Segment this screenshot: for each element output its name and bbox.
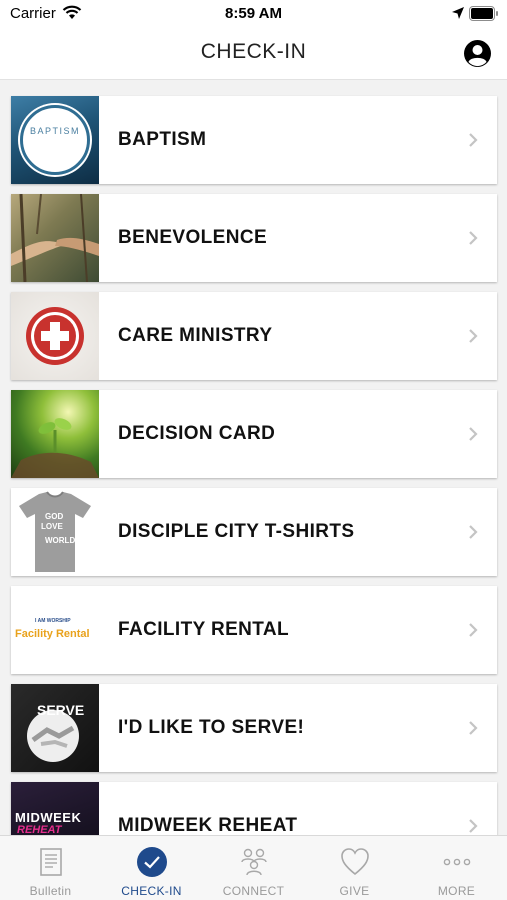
status-time: 8:59 AM (225, 5, 282, 22)
baptism-badge (20, 105, 90, 175)
list-item-label: MIDWEEK REHEAT (118, 815, 298, 835)
user-circle-icon[interactable] (463, 39, 492, 68)
midweek-thumb-text: MIDWEEK (15, 810, 82, 825)
list-item-serve[interactable]: SERVE I'D LIKE TO SERVE! (11, 684, 497, 772)
facility-rental-thumbnail: I AM WORSHIP Facility Rental (11, 586, 99, 674)
checkmark-circle-icon (137, 847, 167, 877)
chevron-right-icon (469, 133, 478, 147)
tab-more[interactable]: MORE (406, 836, 507, 900)
checkin-list[interactable]: BAPTISM BAPTISM BENEVOLENCE CARE MINISTR… (0, 80, 507, 835)
tab-connect[interactable]: CONNECT (203, 836, 304, 900)
serve-handshake-image (27, 710, 79, 762)
care-ministry-thumbnail (11, 292, 99, 380)
sprout-image (11, 418, 99, 478)
tab-give[interactable]: GIVE (304, 836, 405, 900)
list-item-disciple-city-tshirts[interactable]: GOD LOVE WORLD DISCIPLE CITY T-SHIRTS (11, 488, 497, 576)
facility-logo-text: I AM WORSHIP (35, 618, 71, 624)
tab-check-in[interactable]: CHECK-IN (101, 836, 202, 900)
more-dots-icon (443, 858, 471, 866)
list-item-label: CARE MINISTRY (118, 325, 273, 346)
tab-label: CHECK-IN (121, 884, 182, 898)
serve-thumbnail: SERVE (11, 684, 99, 772)
facility-rental-thumb-text: Facility Rental (15, 628, 90, 640)
location-arrow-icon (452, 7, 464, 19)
heart-icon (341, 848, 369, 876)
tab-label: Bulletin (29, 884, 72, 898)
baptism-thumbnail: BAPTISM (11, 96, 99, 184)
nav-header: CHECK-IN (0, 28, 507, 80)
reheat-thumb-text: REHEAT (17, 824, 62, 835)
list-item-label: DISCIPLE CITY T-SHIRTS (118, 521, 355, 542)
tab-bar: Bulletin CHECK-IN CONNECT GIVE MORE (0, 835, 507, 900)
list-item-label: FACILITY RENTAL (118, 619, 290, 640)
tab-label: CONNECT (222, 884, 285, 898)
tshirt-thumbnail: GOD LOVE WORLD (11, 488, 99, 576)
list-item-benevolence[interactable]: BENEVOLENCE (11, 194, 497, 282)
chevron-right-icon (469, 329, 478, 343)
chevron-right-icon (469, 721, 478, 735)
tab-bulletin[interactable]: Bulletin (0, 836, 101, 900)
chevron-right-icon (469, 819, 478, 833)
tab-label: GIVE (339, 884, 370, 898)
list-item-label: I'D LIKE TO SERVE! (118, 717, 305, 738)
medical-cross-icon (26, 307, 84, 365)
list-item-care-ministry[interactable]: CARE MINISTRY (11, 292, 497, 380)
helping-hands-image (11, 194, 99, 282)
list-item-decision-card[interactable]: DECISION CARD (11, 390, 497, 478)
list-item-midweek-reheat[interactable]: MIDWEEK REHEAT MIDWEEK REHEAT (11, 782, 497, 835)
tab-label: MORE (437, 884, 476, 898)
tshirt-text-world: WORLD (45, 536, 76, 545)
serve-thumb-text: SERVE (37, 702, 85, 718)
midweek-reheat-thumbnail: MIDWEEK REHEAT (11, 782, 99, 835)
list-item-label: DECISION CARD (118, 423, 276, 444)
status-bar: Carrier 8:59 AM (0, 0, 507, 28)
list-item-label: BAPTISM (118, 129, 207, 150)
chevron-right-icon (469, 623, 478, 637)
list-item-label: BENEVOLENCE (118, 227, 268, 248)
decision-card-thumbnail (11, 390, 99, 478)
chevron-right-icon (469, 231, 478, 245)
tshirt-image (19, 491, 91, 572)
tshirt-text-god: GOD (45, 512, 64, 521)
benevolence-thumbnail (11, 194, 99, 282)
battery-icon (469, 6, 498, 21)
chevron-right-icon (469, 427, 478, 441)
list-item-facility-rental[interactable]: I AM WORSHIP Facility Rental FACILITY RE… (11, 586, 497, 674)
tshirt-text-love: LOVE (41, 522, 63, 531)
people-connect-icon (241, 848, 267, 876)
list-item-baptism[interactable]: BAPTISM BAPTISM (11, 96, 497, 184)
baptism-thumb-text: BAPTISM (29, 126, 80, 136)
bulletin-icon (40, 848, 62, 876)
page-title: CHECK-IN (200, 40, 307, 63)
chevron-right-icon (469, 525, 478, 539)
